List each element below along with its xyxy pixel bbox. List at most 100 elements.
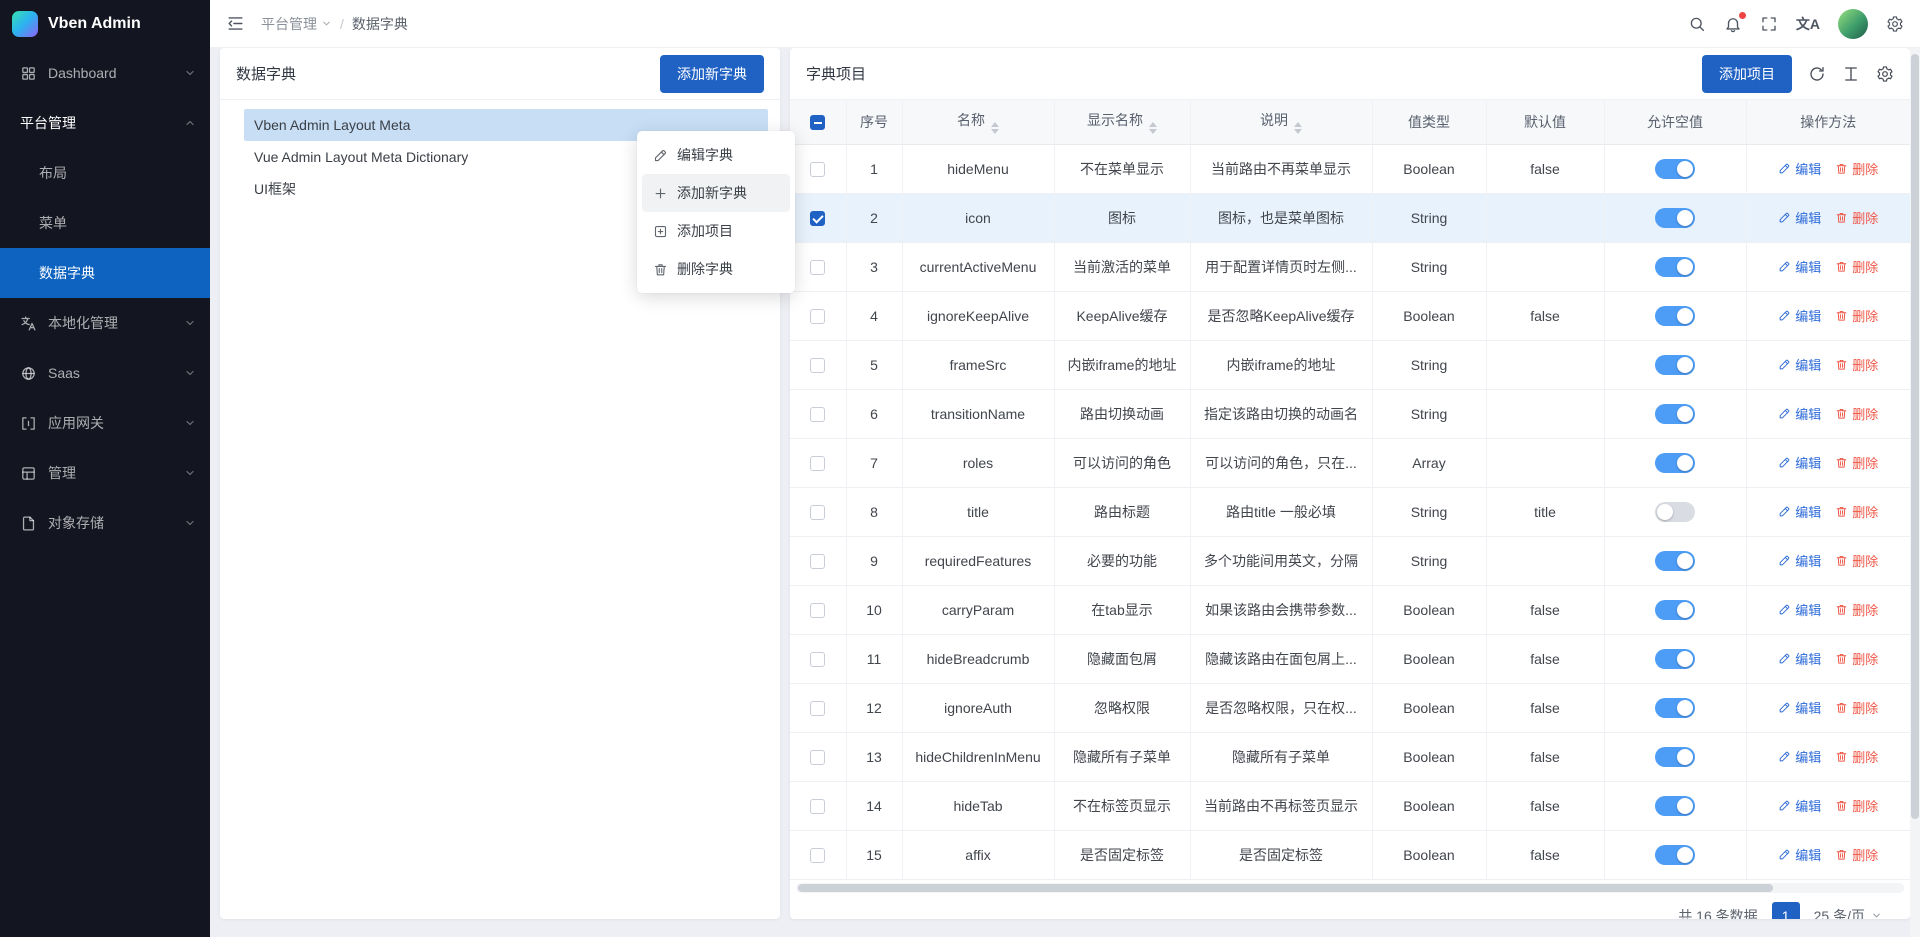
sidebar-item-localization[interactable]: 本地化管理 [0,298,210,348]
sidebar-item-dashboard[interactable]: Dashboard [0,48,210,98]
sidebar-item-object-storage[interactable]: 对象存储 [0,498,210,548]
sort-carets-icon[interactable] [1294,122,1302,134]
row-checkbox[interactable] [810,701,825,716]
row-checkbox[interactable] [810,260,825,275]
row-checkbox[interactable] [810,799,825,814]
edit-row-button[interactable]: 编辑 [1778,551,1821,570]
allow-empty-toggle[interactable] [1655,404,1695,424]
delete-row-button[interactable]: 删除 [1835,208,1878,227]
delete-row-button[interactable]: 删除 [1835,159,1878,178]
page-size-select[interactable]: 25 条/页 [1814,906,1882,920]
fullscreen-icon[interactable] [1760,15,1778,33]
edit-row-button[interactable]: 编辑 [1778,845,1821,864]
menu-fold-icon[interactable] [226,14,245,33]
row-checkbox[interactable] [810,407,825,422]
translate-icon[interactable]: 文A [1796,14,1820,34]
column-header-name[interactable]: 名称 [902,100,1054,144]
refresh-icon[interactable] [1808,65,1826,83]
breadcrumb-section[interactable]: 平台管理 [261,14,332,34]
row-checkbox[interactable] [810,211,825,226]
delete-row-button[interactable]: 删除 [1835,600,1878,619]
edit-row-button[interactable]: 编辑 [1778,453,1821,472]
user-avatar[interactable] [1838,9,1868,39]
delete-row-button[interactable]: 删除 [1835,796,1878,815]
delete-row-button[interactable]: 删除 [1835,306,1878,325]
allow-empty-toggle[interactable] [1655,551,1695,571]
context-menu-item-add-new-dictionary[interactable]: 添加新字典 [642,174,790,212]
delete-row-button[interactable]: 删除 [1835,551,1878,570]
row-checkbox[interactable] [810,652,825,667]
context-menu-item-delete-dictionary[interactable]: 删除字典 [642,250,790,288]
edit-row-button[interactable]: 编辑 [1778,208,1821,227]
allow-empty-toggle[interactable] [1655,698,1695,718]
context-menu-item-edit-dictionary[interactable]: 编辑字典 [642,136,790,174]
row-checkbox[interactable] [810,750,825,765]
context-menu-item-add-item[interactable]: 添加项目 [642,212,790,250]
edit-row-button[interactable]: 编辑 [1778,404,1821,423]
delete-row-button[interactable]: 删除 [1835,698,1878,717]
allow-empty-toggle[interactable] [1655,845,1695,865]
edit-row-button[interactable]: 编辑 [1778,355,1821,374]
allow-empty-toggle[interactable] [1655,306,1695,326]
delete-row-button[interactable]: 删除 [1835,845,1878,864]
sidebar-item-management[interactable]: 管理 [0,448,210,498]
row-height-icon[interactable] [1842,65,1860,83]
row-checkbox[interactable] [810,309,825,324]
sort-carets-icon[interactable] [1149,122,1157,134]
table-settings-gear-icon[interactable] [1876,65,1894,83]
delete-row-button[interactable]: 删除 [1835,747,1878,766]
row-checkbox[interactable] [810,505,825,520]
notifications-button[interactable] [1724,15,1742,33]
edit-row-button[interactable]: 编辑 [1778,600,1821,619]
edit-row-button[interactable]: 编辑 [1778,159,1821,178]
sidebar-item-saas[interactable]: Saas [0,348,210,398]
page-number-button[interactable]: 1 [1772,902,1800,920]
row-checkbox[interactable] [810,554,825,569]
allow-empty-toggle[interactable] [1655,257,1695,277]
add-dictionary-button[interactable]: 添加新字典 [660,55,764,93]
app-logo[interactable]: Vben Admin [0,0,210,48]
allow-empty-toggle[interactable] [1655,649,1695,669]
sort-carets-icon[interactable] [991,122,999,134]
allow-empty-toggle[interactable] [1655,600,1695,620]
row-checkbox[interactable] [810,358,825,373]
edit-row-button[interactable]: 编辑 [1778,796,1821,815]
settings-gear-icon[interactable] [1886,15,1904,33]
delete-row-button[interactable]: 删除 [1835,257,1878,276]
allow-empty-toggle[interactable] [1655,747,1695,767]
allow-empty-toggle[interactable] [1655,159,1695,179]
column-header-display_name[interactable]: 显示名称 [1054,100,1190,144]
edit-row-button[interactable]: 编辑 [1778,257,1821,276]
sidebar-item-layout[interactable]: 布局 [0,148,210,198]
edit-row-button[interactable]: 编辑 [1778,698,1821,717]
horizontal-scrollbar[interactable] [796,883,1904,893]
row-checkbox[interactable] [810,603,825,618]
edit-row-button[interactable]: 编辑 [1778,502,1821,521]
allow-empty-toggle[interactable] [1655,796,1695,816]
add-item-button[interactable]: 添加项目 [1702,55,1792,93]
sidebar-item-data-dictionary[interactable]: 数据字典 [0,248,210,298]
search-icon[interactable] [1688,15,1706,33]
column-header-description[interactable]: 说明 [1190,100,1372,144]
row-checkbox[interactable] [810,162,825,177]
delete-row-button[interactable]: 删除 [1835,502,1878,521]
row-checkbox[interactable] [810,456,825,471]
edit-row-button[interactable]: 编辑 [1778,649,1821,668]
row-checkbox[interactable] [810,848,825,863]
allow-empty-toggle[interactable] [1655,502,1695,522]
delete-row-button[interactable]: 删除 [1835,404,1878,423]
delete-row-button[interactable]: 删除 [1835,453,1878,472]
sidebar-item-menu[interactable]: 菜单 [0,198,210,248]
allow-empty-toggle[interactable] [1655,355,1695,375]
delete-row-button[interactable]: 删除 [1835,355,1878,374]
vertical-scrollbar-thumb[interactable] [1911,54,1919,819]
edit-row-button[interactable]: 编辑 [1778,306,1821,325]
horizontal-scrollbar-thumb[interactable] [798,884,1773,892]
allow-empty-toggle[interactable] [1655,453,1695,473]
delete-row-button[interactable]: 删除 [1835,649,1878,668]
allow-empty-toggle[interactable] [1655,208,1695,228]
sidebar-item-app-gateway[interactable]: 应用网关 [0,398,210,448]
sidebar-item-platform-management[interactable]: 平台管理 [0,98,210,148]
vertical-scrollbar[interactable] [1910,48,1920,937]
select-all-checkbox[interactable] [810,115,825,130]
